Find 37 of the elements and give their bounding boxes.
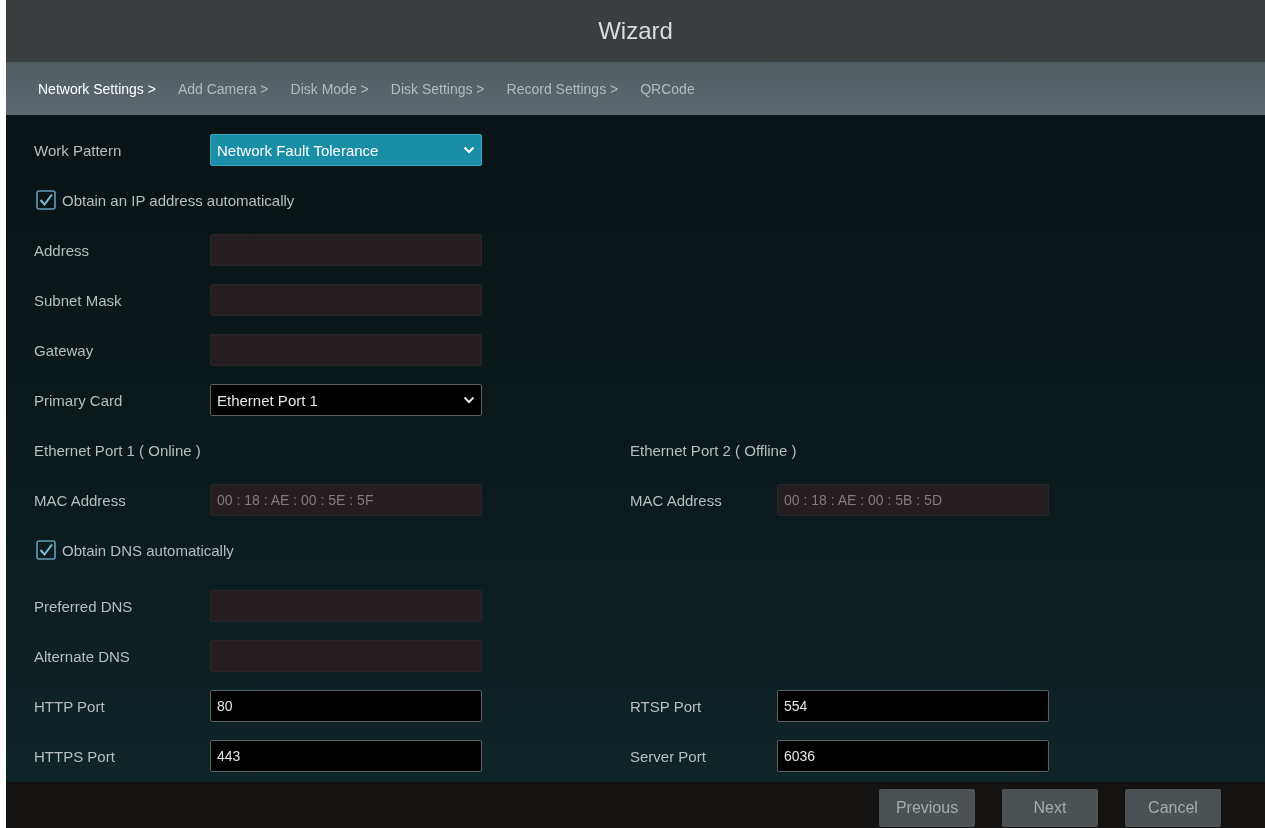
chevron-down-icon	[463, 146, 475, 154]
wizard-step[interactable]: QRCode	[640, 80, 695, 97]
checkbox-label: Obtain an IP address automatically	[62, 191, 295, 209]
field-label: HTTP Port	[34, 697, 106, 715]
dropdown[interactable]: Network Fault Tolerance	[210, 134, 482, 166]
chevron-down-icon	[463, 396, 475, 404]
field-label: Address	[34, 241, 91, 259]
wizard-step[interactable]: Record Settings >	[506, 80, 619, 97]
wizard-step[interactable]: Disk Mode >	[290, 80, 369, 97]
input-field[interactable]: 443	[210, 740, 482, 772]
checkbox-label: Obtain DNS automatically	[62, 541, 234, 559]
input-field[interactable]: 554	[777, 690, 1049, 722]
field-label: Subnet Mask	[34, 291, 123, 309]
input-field[interactable]: 6036	[777, 740, 1049, 772]
wizard-button[interactable]: Next	[1002, 789, 1098, 827]
wizard-step[interactable]: Disk Settings >	[390, 80, 485, 97]
window-title: Wizard	[598, 17, 673, 45]
input-field[interactable]: 80	[210, 690, 482, 722]
field-label: HTTPS Port	[34, 747, 116, 765]
wizard-button[interactable]: Cancel	[1125, 789, 1221, 827]
field-label: Work Pattern	[34, 141, 123, 159]
field-label: MAC Address	[34, 491, 127, 509]
wizard-step[interactable]: Add Camera >	[177, 80, 269, 97]
dropdown[interactable]: Ethernet Port 1	[210, 384, 482, 416]
wizard-step[interactable]: Network Settings >	[38, 80, 156, 97]
checkbox[interactable]	[36, 190, 56, 210]
section-heading: Ethernet Port 1 ( Online )	[34, 441, 202, 459]
field-label: RTSP Port	[630, 697, 703, 715]
field-label: Primary Card	[34, 391, 124, 409]
field-label: Preferred DNS	[34, 597, 134, 615]
checkbox[interactable]	[36, 540, 56, 560]
field-label: Server Port	[630, 747, 707, 765]
section-heading: Ethernet Port 2 ( Offline )	[630, 441, 797, 459]
field-label: MAC Address	[630, 491, 723, 509]
wizard-button[interactable]: Previous	[879, 789, 975, 827]
field-label: Alternate DNS	[34, 647, 131, 665]
field-label: Gateway	[34, 341, 95, 359]
